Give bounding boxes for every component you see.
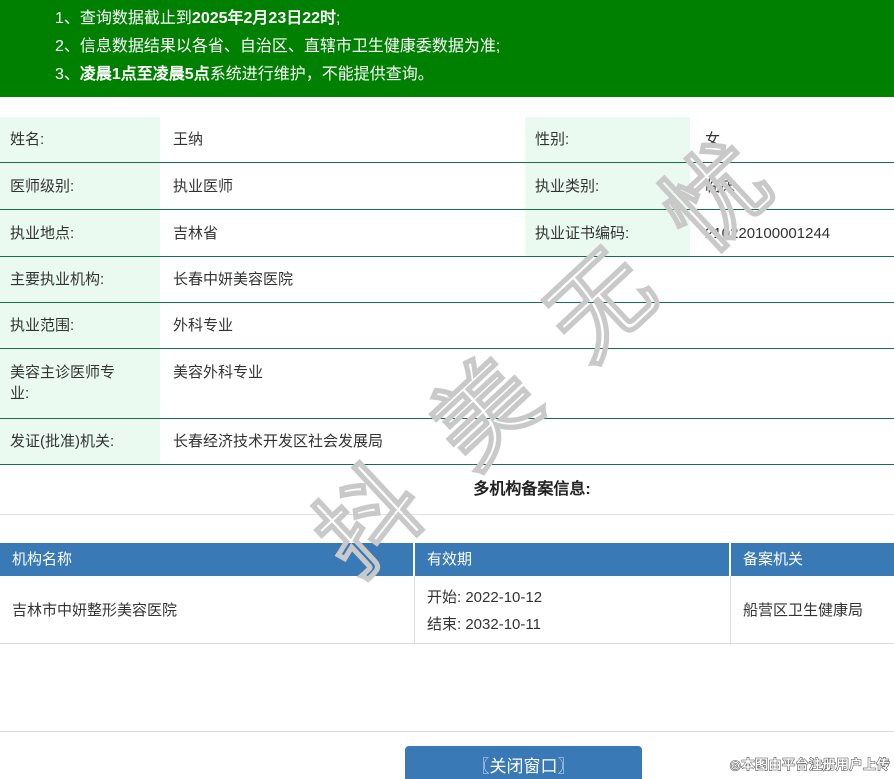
column-header-org-name: 机构名称 bbox=[0, 543, 413, 576]
notice-line-number: 3、 bbox=[55, 66, 80, 83]
field-label-practice-category: 执业类别: bbox=[525, 163, 690, 209]
filing-table: 机构名称 有效期 备案机关 吉林市中妍整形美容医院 开始: 2022-10-12… bbox=[0, 543, 894, 644]
table-row: 姓名: 王纳 性别: 女 bbox=[0, 117, 894, 163]
notice-text: 系统进行维护，不能提供查询。 bbox=[210, 66, 434, 83]
table-row: 主要执业机构: 长春中妍美容医院 bbox=[0, 257, 894, 303]
upload-stamp-text: ◎本图由平台注册用户上传 bbox=[730, 754, 890, 773]
filing-table-header: 机构名称 有效期 备案机关 bbox=[0, 543, 894, 576]
close-window-button[interactable]: 〖关闭窗口〗 bbox=[405, 746, 642, 779]
notice-line-1: 1、查询数据截止到2025年2月23日22时; bbox=[0, 5, 894, 33]
cell-validity: 开始: 2022-10-12 结束: 2032-10-11 bbox=[415, 576, 731, 643]
field-label-certificate-number: 执业证书编码: bbox=[525, 210, 690, 256]
cell-filing-authority: 船营区卫生健康局 bbox=[731, 576, 894, 643]
cell-org-name: 吉林市中妍整形美容医院 bbox=[0, 576, 415, 643]
column-header-filing-authority: 备案机关 bbox=[731, 543, 894, 576]
field-value-practice-category: 临床 bbox=[690, 176, 894, 197]
notice-text-bold: 凌晨1点至凌晨5点 bbox=[80, 66, 210, 83]
field-value-practice-location: 吉林省 bbox=[160, 223, 525, 244]
field-value-gender: 女 bbox=[690, 129, 894, 150]
field-label-cosmetic-specialty: 美容主诊医师专业: bbox=[0, 349, 160, 418]
table-row: 吉林市中妍整形美容医院 开始: 2022-10-12 结束: 2032-10-1… bbox=[0, 576, 894, 644]
field-label-practice-location: 执业地点: bbox=[0, 210, 160, 256]
field-label-issuing-authority: 发证(批准)机关: bbox=[0, 419, 160, 464]
column-header-validity: 有效期 bbox=[415, 543, 729, 576]
field-value-practice-scope: 外科专业 bbox=[160, 315, 894, 336]
field-label-name: 姓名: bbox=[0, 117, 160, 162]
multi-institution-section-title: 多机构备案信息: bbox=[0, 465, 894, 515]
table-row: 医师级别: 执业医师 执业类别: 临床 bbox=[0, 163, 894, 210]
notice-line-2: 2、信息数据结果以各省、自治区、直辖市卫生健康委数据为准; bbox=[0, 33, 894, 61]
field-label-gender: 性别: bbox=[525, 117, 690, 162]
notice-line-number: 1、 bbox=[55, 10, 80, 27]
notice-text: 查询数据截止到 bbox=[80, 10, 192, 27]
notice-banner: 1、查询数据截止到2025年2月23日22时; 2、信息数据结果以各省、自治区、… bbox=[0, 0, 894, 97]
table-row: 执业范围: 外科专业 bbox=[0, 303, 894, 349]
validity-end: 结束: 2032-10-11 bbox=[427, 611, 730, 638]
table-row: 美容主诊医师专业: 美容外科专业 bbox=[0, 349, 894, 419]
notice-text-bold: 2025年2月23日22时 bbox=[192, 10, 336, 27]
page: 1、查询数据截止到2025年2月23日22时; 2、信息数据结果以各省、自治区、… bbox=[0, 0, 894, 779]
notice-line-3: 3、凌晨1点至凌晨5点系统进行维护，不能提供查询。 bbox=[0, 61, 894, 89]
section-title-text: 多机构备案信息: bbox=[473, 481, 590, 498]
field-value-main-institution: 长春中妍美容医院 bbox=[160, 269, 894, 290]
practitioner-info-table: 姓名: 王纳 性别: 女 医师级别: 执业医师 执业类别: 临床 执业地点: 吉… bbox=[0, 117, 894, 465]
field-value-doctor-level: 执业医师 bbox=[160, 176, 525, 197]
notice-text: 信息数据结果以各省、自治区、直辖市卫生健康委数据为准; bbox=[80, 38, 500, 55]
notice-line-number: 2、 bbox=[55, 38, 80, 55]
footer: 〖关闭窗口〗 ◎本图由平台注册用户上传 bbox=[0, 731, 894, 777]
table-row: 执业地点: 吉林省 执业证书编码: 210220100001244 bbox=[0, 210, 894, 257]
field-value-name: 王纳 bbox=[160, 129, 525, 150]
notice-text: ; bbox=[336, 10, 340, 27]
field-value-certificate-number: 210220100001244 bbox=[690, 223, 894, 244]
table-row: 发证(批准)机关: 长春经济技术开发区社会发展局 bbox=[0, 419, 894, 465]
field-label-main-institution: 主要执业机构: bbox=[0, 257, 160, 302]
field-label-doctor-level: 医师级别: bbox=[0, 163, 160, 209]
field-value-cosmetic-specialty: 美容外科专业 bbox=[160, 349, 894, 383]
field-value-issuing-authority: 长春经济技术开发区社会发展局 bbox=[160, 431, 894, 452]
field-label-practice-scope: 执业范围: bbox=[0, 303, 160, 348]
validity-start: 开始: 2022-10-12 bbox=[427, 584, 730, 611]
